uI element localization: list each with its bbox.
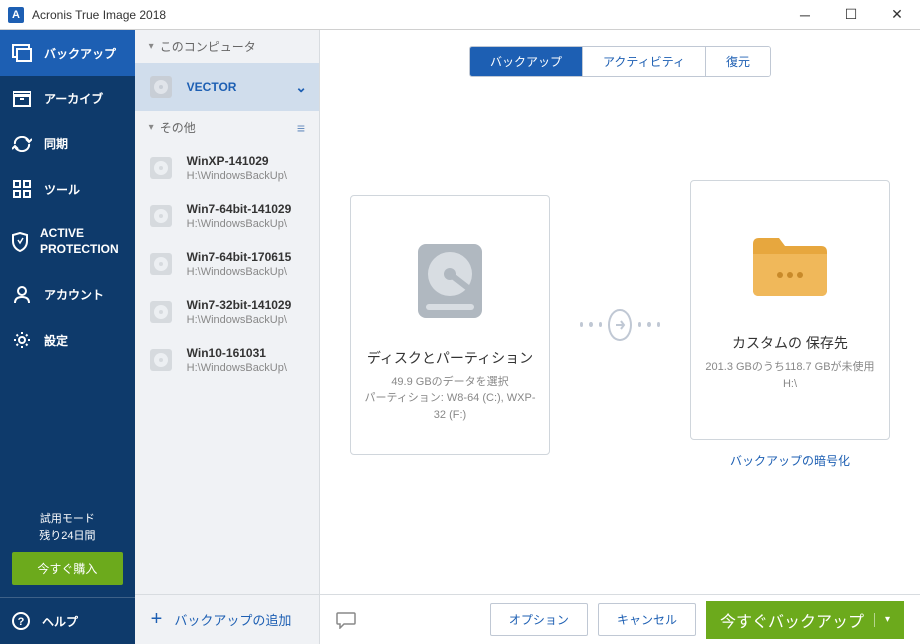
action-bar: オプション キャンセル 今すぐバックアップ ▾ [320,594,920,644]
section-other[interactable]: ▾ その他 ≡ [135,111,319,144]
maximize-button[interactable]: ☐ [828,0,874,30]
section-this-label: このコンピュータ [160,38,256,55]
svg-text:?: ? [18,616,25,628]
disk-partition-icon [410,226,490,336]
tab-activity[interactable]: アクティビティ [582,47,705,76]
chevron-down-icon: ▾ [149,41,154,52]
nav-help[interactable]: ? ヘルプ [0,598,135,644]
disk-icon [147,202,175,230]
minimize-button[interactable]: ─ [782,0,828,30]
dest-line1: 201.3 GBのうち118.7 GBが未使用 [705,359,874,376]
disk-icon [147,250,175,278]
disk-icon [147,73,175,101]
backup-item-title: WinXP-141029 [187,154,307,168]
close-button[interactable]: ✕ [874,0,920,30]
tab-restore[interactable]: 復元 [705,47,770,76]
encrypt-link[interactable]: バックアップの暗号化 [730,452,850,469]
section-menu-icon[interactable]: ≡ [297,120,305,136]
backup-item-path: H:\WindowsBackUp\ [187,362,307,374]
nav-tools-label: ツール [44,181,80,198]
folder-icon [745,211,835,321]
plus-icon: + [151,608,163,631]
backup-list-panel: ▾ このコンピュータ VECTOR ⌄ ▾ その他 ≡ WinXP-1 [135,30,320,644]
cancel-button[interactable]: キャンセル [598,603,696,636]
backup-item-path: H:\WindowsBackUp\ [187,218,307,230]
backup-item-vector[interactable]: VECTOR ⌄ [135,63,319,111]
nav-backup[interactable]: バックアップ [0,30,135,76]
tab-group: バックアップ アクティビティ 復元 [469,46,771,77]
gear-icon [12,331,32,349]
backup-now-button[interactable]: 今すぐバックアップ ▾ [706,601,904,639]
nav-sync[interactable]: 同期 [0,121,135,166]
backup-item-path: H:\WindowsBackUp\ [187,314,307,326]
archive-icon [12,91,32,107]
backup-item-path: H:\WindowsBackUp\ [187,266,307,278]
nav-archive[interactable]: アーカイブ [0,76,135,121]
nav-tools[interactable]: ツール [0,166,135,212]
backup-item[interactable]: Win7-64bit-141029 H:\WindowsBackUp\ [135,192,319,240]
app-title: Acronis True Image 2018 [32,8,166,22]
options-button[interactable]: オプション [490,603,588,636]
help-icon: ? [12,612,30,630]
add-backup-label: バックアップの追加 [174,610,291,629]
section-other-label: その他 [160,119,196,136]
comment-icon[interactable] [336,611,356,629]
trial-mode-label: 試用モード [0,511,135,528]
source-line1: 49.9 GBのデータを選択 [391,374,508,391]
nav-account-label: アカウント [44,286,104,303]
disk-icon [147,154,175,182]
nav-help-label: ヘルプ [42,613,78,630]
backup-item-path: H:\WindowsBackUp\ [187,170,307,182]
backup-icon [12,44,32,62]
content-area: バックアップ アクティビティ 復元 ディスクとパーティション 49.9 GB [320,30,920,644]
backup-item[interactable]: Win7-32bit-141029 H:\WindowsBackUp\ [135,288,319,336]
destination-card[interactable]: カスタムの 保存先 201.3 GBのうち118.7 GBが未使用 H:\ [690,180,890,440]
chevron-down-icon: ▾ [149,122,154,133]
backup-item-title: Win7-64bit-141029 [187,202,307,216]
trial-info: 試用モード 残り24日間 [0,507,135,552]
nav-settings[interactable]: 設定 [0,317,135,363]
trial-days-label: 残り24日間 [0,528,135,545]
backup-item-title: Win7-64bit-170615 [187,250,307,264]
nav-backup-label: バックアップ [44,45,116,62]
backup-item[interactable]: Win10-161031 H:\WindowsBackUp\ [135,336,319,384]
source-title: ディスクとパーティション [367,348,533,368]
backup-item[interactable]: WinXP-141029 H:\WindowsBackUp\ [135,144,319,192]
dest-title: カスタムの 保存先 [732,333,848,353]
source-card[interactable]: ディスクとパーティション 49.9 GBのデータを選択 パーティション: W8-… [350,195,550,455]
backup-item[interactable]: Win7-64bit-170615 H:\WindowsBackUp\ [135,240,319,288]
backup-now-label: 今すぐバックアップ [720,608,864,632]
nav-archive-label: アーカイブ [44,90,103,107]
nav-active-protection[interactable]: ACTIVE PROTECTION [0,212,135,271]
buy-now-button[interactable]: 今すぐ購入 [12,552,123,585]
sync-icon [12,136,32,152]
nav-account[interactable]: アカウント [0,271,135,317]
shield-icon [12,232,28,252]
account-icon [12,285,32,303]
chevron-down-icon[interactable]: ⌄ [295,79,307,96]
nav-sync-label: 同期 [44,135,68,152]
nav-ap-label: ACTIVE PROTECTION [40,226,123,257]
arrow-indicator [580,309,660,341]
add-backup-button[interactable]: + バックアップの追加 [135,594,319,644]
dest-line2: H:\ [783,376,797,393]
section-this-computer[interactable]: ▾ このコンピュータ [135,30,319,63]
disk-icon [147,298,175,326]
nav-settings-label: 設定 [44,332,68,349]
title-bar: A Acronis True Image 2018 ─ ☐ ✕ [0,0,920,30]
sidebar: バックアップ アーカイブ 同期 ツール ACTIVE PROTECTION [0,30,135,644]
app-icon: A [8,7,24,23]
backup-item-title: VECTOR [187,80,284,94]
tools-icon [12,180,32,198]
arrow-right-icon [608,309,631,341]
backup-item-title: Win10-161031 [187,346,307,360]
tab-backup[interactable]: バックアップ [470,47,582,76]
disk-icon [147,346,175,374]
chevron-down-icon[interactable]: ▾ [885,614,890,625]
backup-item-title: Win7-32bit-141029 [187,298,307,312]
source-line2: パーティション: W8-64 (C:), WXP-32 (F:) [363,390,537,423]
